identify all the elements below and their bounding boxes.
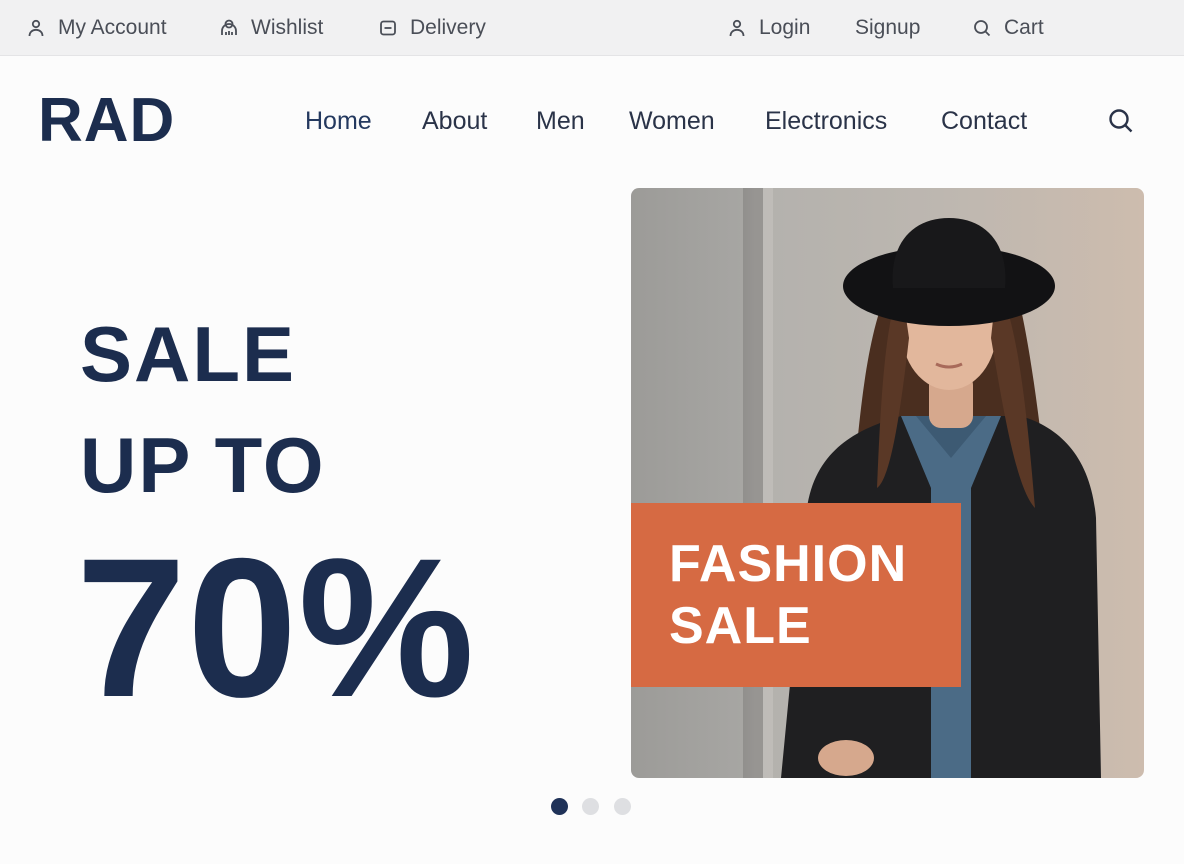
cart-label: Cart	[1004, 16, 1044, 39]
login-link[interactable]: Login	[727, 14, 810, 42]
wishlist-icon	[221, 19, 237, 35]
my-account-label: My Account	[58, 16, 167, 39]
user-icon	[729, 19, 745, 37]
nav-item-men[interactable]: Men	[536, 104, 585, 138]
page: My Account Wishlist Delivery Login Signu…	[0, 0, 1184, 864]
badge-line2: SALE	[669, 597, 812, 655]
delivery-label: Delivery	[410, 16, 486, 39]
user-icon	[28, 19, 44, 37]
model-illustration	[743, 188, 1101, 778]
signup-label: Signup	[855, 16, 921, 39]
nav-item-electronics[interactable]: Electronics	[765, 104, 887, 138]
badge-line1: FASHION	[669, 535, 908, 593]
nav-item-women[interactable]: Women	[629, 104, 715, 138]
wishlist-label: Wishlist	[251, 16, 324, 39]
wishlist-link[interactable]: Wishlist	[219, 14, 323, 42]
hero-headline-line1: SALE	[80, 310, 297, 398]
search-icon	[1109, 109, 1133, 133]
my-account-link[interactable]: My Account	[26, 14, 167, 42]
cart-search-icon	[974, 20, 991, 37]
fashion-sale-badge[interactable]: FASHION SALE	[631, 503, 961, 687]
nav-item-about[interactable]: About	[422, 104, 487, 138]
search-button[interactable]	[1106, 106, 1136, 136]
utility-bar: My Account Wishlist Delivery Login Signu…	[0, 0, 1184, 56]
hero-discount: 70%	[76, 517, 476, 738]
nav-item-contact[interactable]: Contact	[941, 104, 1027, 138]
login-label: Login	[759, 16, 811, 39]
nav-item-home[interactable]: Home	[305, 104, 372, 138]
carousel-dot-3[interactable]	[614, 798, 631, 815]
signup-link[interactable]: Signup	[855, 14, 920, 42]
main-nav: Home About Men Women Electronics Contact	[0, 104, 1184, 138]
cart-link[interactable]: Cart	[972, 14, 1044, 42]
carousel-dot-2[interactable]	[582, 798, 599, 815]
carousel-dot-1[interactable]	[551, 798, 568, 815]
hero-banner-image[interactable]	[631, 188, 1144, 778]
delivery-link[interactable]: Delivery	[378, 14, 486, 42]
hero-headline-line2: UP TO	[80, 421, 326, 509]
delivery-icon	[380, 20, 396, 36]
